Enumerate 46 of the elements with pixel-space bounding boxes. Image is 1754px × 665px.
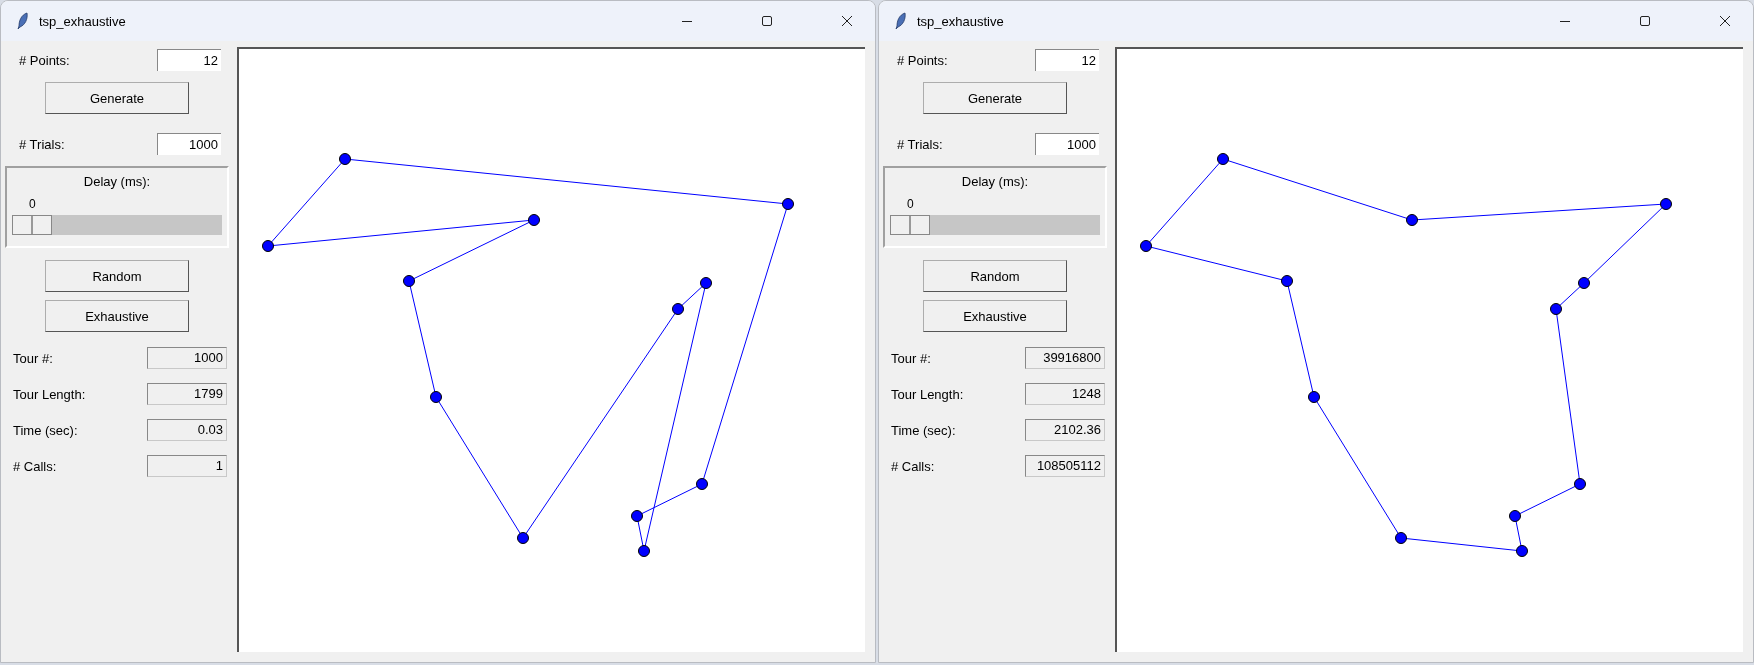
trials-label: # Trials: (19, 136, 65, 152)
points-label: # Points: (897, 52, 948, 68)
stat-readout: 108505112 (1025, 455, 1105, 477)
feather-icon (895, 12, 907, 30)
slider-thumb[interactable] (12, 215, 52, 235)
stat-label: Time (sec): (891, 422, 956, 438)
delay-reading: 0 (29, 197, 36, 211)
stat-readout: 39916800 (1025, 347, 1105, 369)
trials-field[interactable]: 1000 (1035, 133, 1099, 155)
stat-label: Time (sec): (13, 422, 78, 438)
delay-label: Delay (ms): (961, 174, 1029, 189)
trials-label: # Trials: (897, 136, 943, 152)
delay-slider[interactable] (890, 215, 1100, 235)
delay-reading: 0 (907, 197, 914, 211)
generate-button[interactable]: Generate (45, 82, 189, 114)
slider-thumb[interactable] (890, 215, 930, 235)
stat-readout: 1 (147, 455, 227, 477)
points-field[interactable]: 12 (1035, 49, 1099, 71)
maximize-icon[interactable] (761, 15, 773, 27)
delay-slider[interactable] (12, 215, 222, 235)
stat-readout: 2102.36 (1025, 419, 1105, 441)
action-button[interactable]: Exhaustive (45, 300, 189, 332)
window-title: tsp_exhaustive (917, 13, 1004, 29)
stat-label: # Calls: (891, 458, 935, 474)
feather-icon (17, 12, 29, 30)
stat-label: Tour #: (891, 350, 931, 366)
stat-label: Tour Length: (891, 386, 964, 402)
points-field[interactable]: 12 (157, 49, 221, 71)
stat-label: Tour #: (13, 350, 53, 366)
close-icon[interactable] (1719, 15, 1731, 27)
stat-readout: 0.03 (147, 419, 227, 441)
action-button[interactable]: Random (45, 260, 189, 292)
generate-button[interactable]: Generate (923, 82, 1067, 114)
trials-field[interactable]: 1000 (157, 133, 221, 155)
stat-readout: 1248 (1025, 383, 1105, 405)
window-title: tsp_exhaustive (39, 13, 126, 29)
stat-label: Tour Length: (13, 386, 86, 402)
points-label: # Points: (19, 52, 70, 68)
action-button[interactable]: Random (923, 260, 1067, 292)
close-icon[interactable] (841, 15, 853, 27)
delay-label: Delay (ms): (83, 174, 151, 189)
maximize-icon[interactable] (1639, 15, 1651, 27)
action-button[interactable]: Exhaustive (923, 300, 1067, 332)
stat-readout: 1000 (147, 347, 227, 369)
stat-readout: 1799 (147, 383, 227, 405)
stat-label: # Calls: (13, 458, 57, 474)
